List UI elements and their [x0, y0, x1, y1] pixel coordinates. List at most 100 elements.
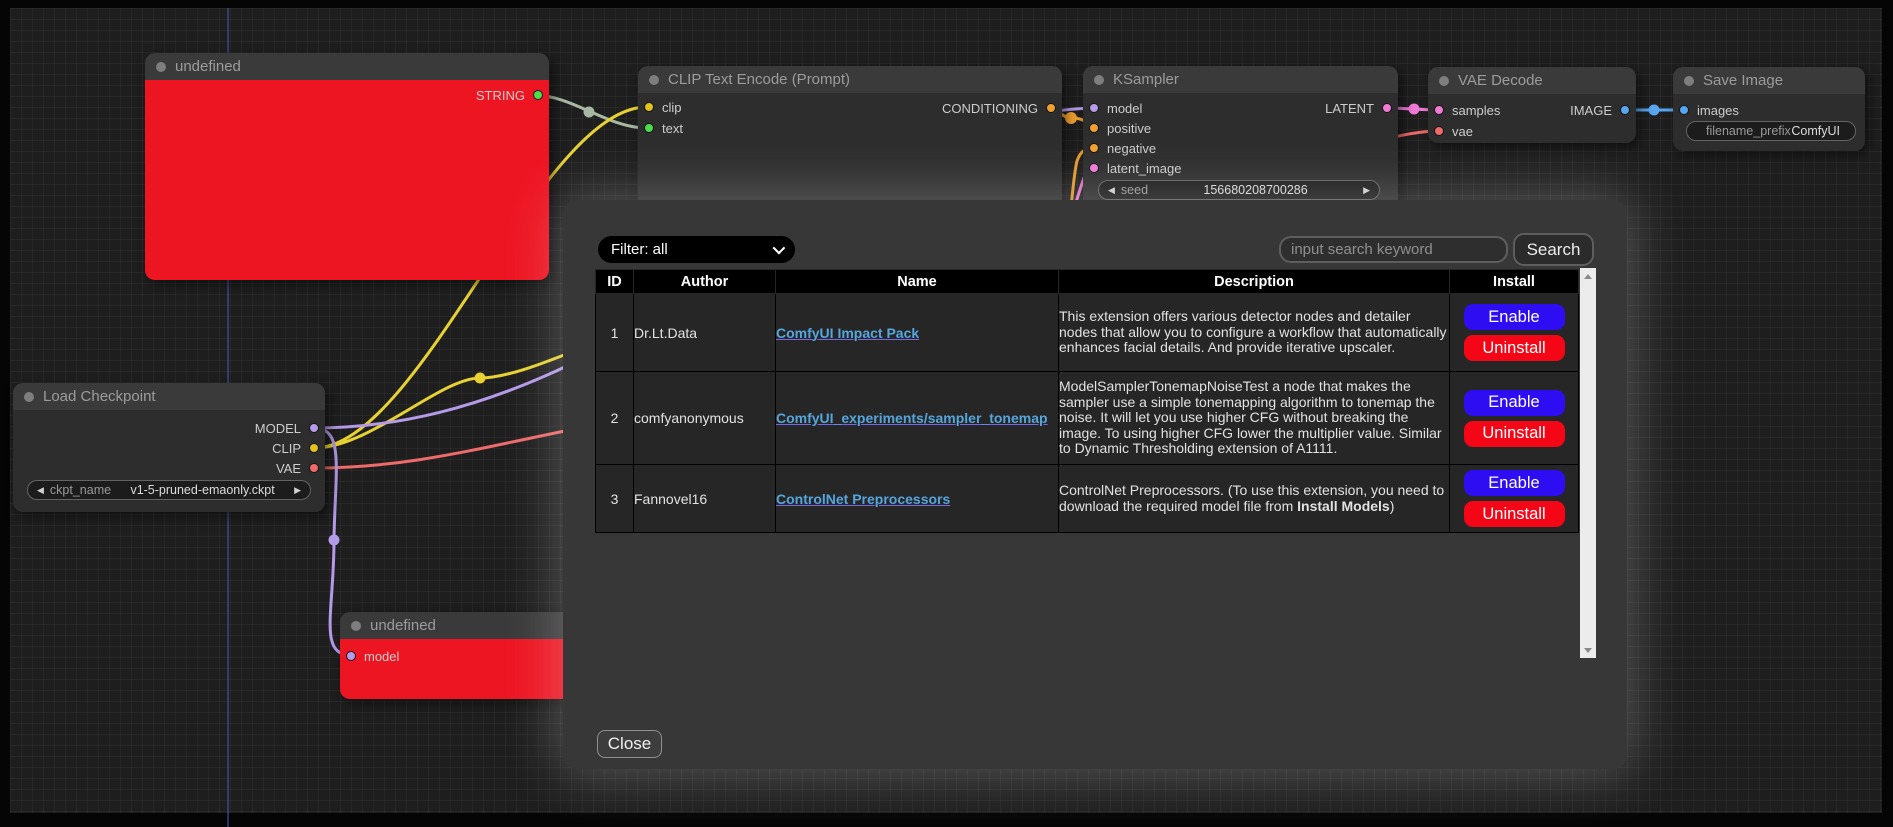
- cell-install: Enable Uninstall: [1450, 294, 1579, 372]
- input-port-images[interactable]: [1679, 105, 1689, 115]
- node-status-dot-icon: [24, 392, 34, 402]
- input-port-samples[interactable]: [1434, 105, 1444, 115]
- node-load-checkpoint[interactable]: Load Checkpoint MODEL CLIP VAE ◀ ckpt_na…: [13, 383, 325, 512]
- node-status-dot-icon: [1684, 76, 1694, 86]
- input-label: samples: [1452, 103, 1500, 118]
- node-title: Load Checkpoint: [43, 388, 156, 405]
- output-port-vae[interactable]: [309, 463, 319, 473]
- extension-row: 2comfyanonymousComfyUI_experiments/sampl…: [596, 372, 1579, 465]
- node-vae-decode[interactable]: VAE Decode samples vae IMAGE: [1428, 67, 1636, 143]
- comfyui-app: undefined STRING CLIP Text Encode (Promp…: [0, 0, 1893, 827]
- node-save-image[interactable]: Save Image images filename_prefix ComfyU…: [1673, 67, 1865, 151]
- widget-value: 156680208700286: [1148, 183, 1363, 197]
- node-body: MODEL CLIP VAE ◀ ckpt_name v1-5-pruned-e…: [13, 410, 325, 512]
- input-label: vae: [1452, 124, 1473, 139]
- input-label: images: [1697, 103, 1739, 118]
- cell-author: comfyanonymous: [634, 372, 776, 465]
- input-port-negative[interactable]: [1089, 143, 1099, 153]
- input-label: negative: [1107, 141, 1156, 156]
- cell-author: Fannovel16: [634, 465, 776, 533]
- cell-id: 3: [596, 465, 634, 533]
- extensions-table-wrap: IDAuthorNameDescriptionInstall 1Dr.Lt.Da…: [595, 269, 1580, 661]
- input-port-latent-image[interactable]: [1089, 163, 1099, 173]
- uninstall-button[interactable]: Uninstall: [1464, 421, 1565, 447]
- cell-description: ControlNet Preprocessors. (To use this e…: [1059, 465, 1450, 533]
- node-body: images filename_prefix ComfyUI: [1673, 94, 1865, 151]
- cell-description: ModelSamplerTonemapNoiseTest a node that…: [1059, 372, 1450, 465]
- filter-select-value: Filter: all: [611, 241, 668, 258]
- node-body-error: STRING: [145, 80, 549, 280]
- input-label: model: [1107, 101, 1142, 116]
- input-port-model[interactable]: [1089, 103, 1099, 113]
- input-port-model[interactable]: [346, 651, 356, 661]
- filename-prefix-widget[interactable]: filename_prefix ComfyUI: [1686, 121, 1856, 141]
- input-port-positive[interactable]: [1089, 123, 1099, 133]
- ckpt-name-widget[interactable]: ◀ ckpt_name v1-5-pruned-emaonly.ckpt ▶: [27, 480, 311, 500]
- output-label: IMAGE: [1570, 103, 1612, 118]
- enable-button[interactable]: Enable: [1464, 470, 1565, 496]
- cell-description: This extension offers various detector n…: [1059, 294, 1450, 372]
- node-title: VAE Decode: [1458, 72, 1543, 89]
- output-label: VAE: [276, 461, 301, 476]
- cell-name: ControlNet Preprocessors: [776, 465, 1059, 533]
- table-header-row: IDAuthorNameDescriptionInstall: [596, 270, 1579, 294]
- input-label: model: [364, 649, 399, 664]
- enable-button[interactable]: Enable: [1464, 304, 1565, 330]
- output-port-model[interactable]: [309, 423, 319, 433]
- node-header[interactable]: undefined: [340, 612, 585, 639]
- extensions-table: IDAuthorNameDescriptionInstall 1Dr.Lt.Da…: [595, 269, 1579, 533]
- increment-arrow-icon[interactable]: ▶: [1363, 186, 1370, 195]
- node-header[interactable]: Load Checkpoint: [13, 383, 325, 410]
- search-input[interactable]: [1279, 236, 1508, 263]
- output-port-string[interactable]: [533, 90, 543, 100]
- table-scrollbar[interactable]: [1580, 268, 1596, 658]
- extension-link[interactable]: ComfyUI_experiments/sampler_tonemap: [776, 410, 1048, 426]
- node-status-dot-icon: [351, 621, 361, 631]
- node-title: CLIP Text Encode (Prompt): [668, 71, 850, 88]
- input-port-clip[interactable]: [644, 102, 654, 112]
- next-arrow-icon[interactable]: ▶: [294, 486, 301, 495]
- input-port-vae[interactable]: [1434, 126, 1444, 136]
- node-header[interactable]: KSampler: [1083, 66, 1398, 93]
- prev-arrow-icon[interactable]: ◀: [37, 486, 44, 495]
- output-port-image[interactable]: [1620, 105, 1630, 115]
- cell-author: Dr.Lt.Data: [634, 294, 776, 372]
- enable-button[interactable]: Enable: [1464, 390, 1565, 416]
- decrement-arrow-icon[interactable]: ◀: [1108, 186, 1115, 195]
- extension-link[interactable]: ComfyUI Impact Pack: [776, 325, 919, 341]
- column-header-id: ID: [596, 270, 634, 294]
- node-body-error: model: [340, 639, 585, 699]
- node-header[interactable]: VAE Decode: [1428, 67, 1636, 94]
- close-button[interactable]: Close: [597, 730, 662, 758]
- input-label: latent_image: [1107, 161, 1181, 176]
- column-header-install: Install: [1450, 270, 1579, 294]
- uninstall-button[interactable]: Uninstall: [1464, 335, 1565, 361]
- output-port-latent[interactable]: [1382, 103, 1392, 113]
- output-port-clip[interactable]: [309, 443, 319, 453]
- input-port-text[interactable]: [644, 123, 654, 133]
- widget-value: v1-5-pruned-emaonly.ckpt: [111, 483, 294, 497]
- node-title: undefined: [370, 617, 436, 634]
- node-title: KSampler: [1113, 71, 1179, 88]
- output-port-conditioning[interactable]: [1046, 103, 1056, 113]
- search-button[interactable]: Search: [1513, 233, 1594, 266]
- input-label: text: [662, 121, 683, 136]
- scroll-down-icon[interactable]: [1580, 642, 1596, 658]
- node-header[interactable]: Save Image: [1673, 67, 1865, 94]
- node-undefined-bottom[interactable]: undefined model: [340, 612, 585, 699]
- node-header[interactable]: CLIP Text Encode (Prompt): [638, 66, 1062, 93]
- filter-select[interactable]: Filter: all: [598, 236, 795, 263]
- cell-install: Enable Uninstall: [1450, 465, 1579, 533]
- node-undefined-top[interactable]: undefined STRING: [145, 53, 549, 280]
- node-status-dot-icon: [156, 62, 166, 72]
- cell-install: Enable Uninstall: [1450, 372, 1579, 465]
- extension-link[interactable]: ControlNet Preprocessors: [776, 491, 950, 507]
- scroll-up-icon[interactable]: [1580, 268, 1596, 284]
- output-label: MODEL: [255, 421, 301, 436]
- uninstall-button[interactable]: Uninstall: [1464, 501, 1565, 527]
- node-header[interactable]: undefined: [145, 53, 549, 80]
- seed-widget[interactable]: ◀ seed 156680208700286 ▶: [1098, 180, 1380, 200]
- cell-id: 1: [596, 294, 634, 372]
- output-label: CONDITIONING: [942, 101, 1038, 116]
- widget-value: ComfyUI: [1791, 124, 1846, 138]
